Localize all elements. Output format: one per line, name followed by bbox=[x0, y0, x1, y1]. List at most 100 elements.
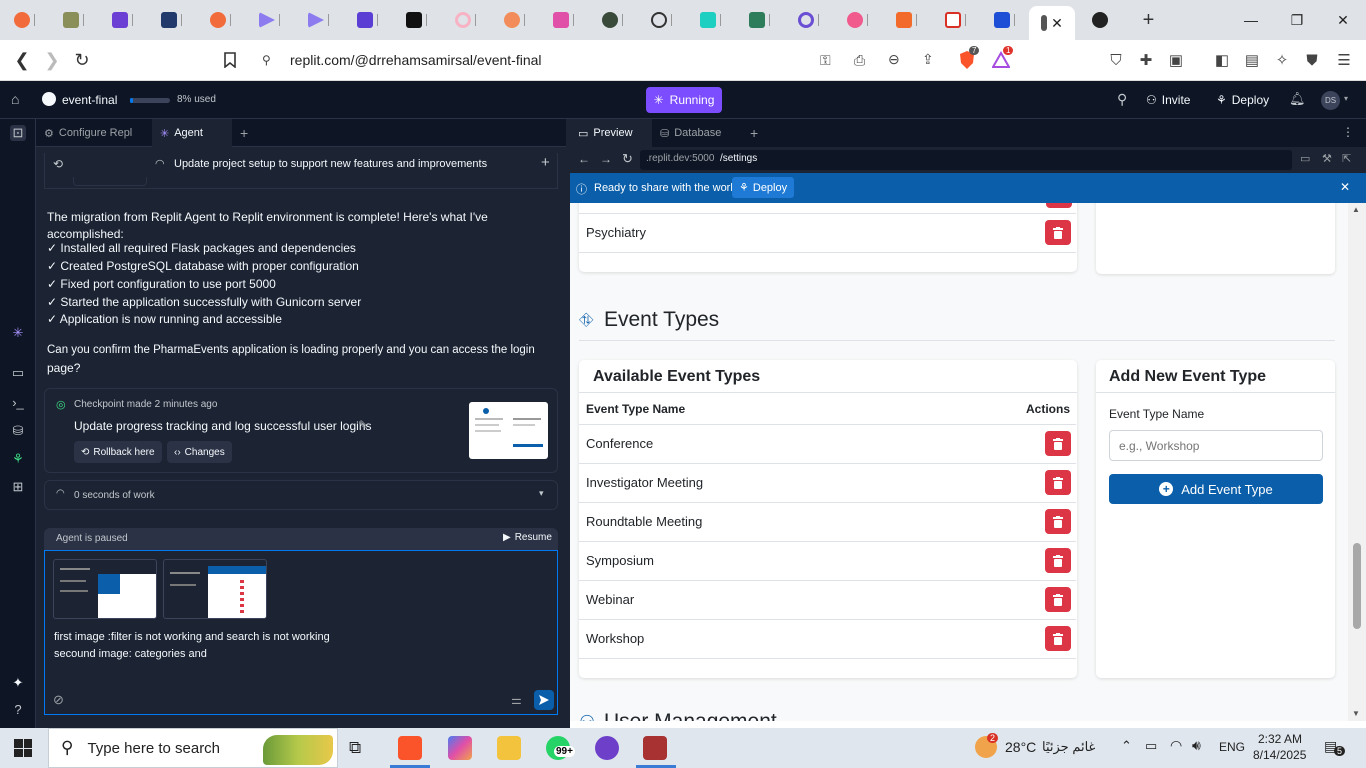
event-type-name-input[interactable] bbox=[1109, 430, 1323, 461]
resume-button[interactable]: ▶ Resume bbox=[503, 532, 552, 543]
add-event-type-button[interactable]: + Add Event Type bbox=[1109, 474, 1323, 504]
chevron-up-icon[interactable]: ⌃ bbox=[1121, 738, 1132, 754]
reload-icon[interactable]: ↻ bbox=[622, 151, 633, 167]
notifications-button[interactable]: ▤ 5 bbox=[1324, 738, 1346, 756]
close-icon[interactable]: ✕ bbox=[1340, 180, 1350, 194]
github-desktop-icon[interactable] bbox=[595, 736, 619, 760]
temperature[interactable]: 28°C bbox=[1005, 739, 1036, 755]
history-icon[interactable]: ⟲ bbox=[53, 157, 63, 171]
leo-ai-icon[interactable]: ✧ bbox=[1272, 50, 1292, 70]
maximize-button[interactable]: ❐ bbox=[1274, 0, 1320, 40]
run-button[interactable]: ✳ Running bbox=[646, 87, 722, 113]
home-icon[interactable]: ⌂ bbox=[11, 91, 19, 107]
browser-tab[interactable] bbox=[686, 0, 735, 40]
brave-rewards-icon[interactable]: 1 bbox=[991, 46, 1014, 70]
file-explorer-icon[interactable] bbox=[497, 736, 521, 760]
winrar-taskbar-icon[interactable] bbox=[643, 736, 667, 760]
tab-configure-repl[interactable]: ⚙ Configure Repl bbox=[36, 119, 140, 147]
devices-icon[interactable]: ▭ bbox=[1300, 152, 1310, 165]
checkpoint-preview-thumbnail[interactable] bbox=[469, 402, 548, 459]
send-button[interactable] bbox=[534, 690, 554, 710]
invite-button[interactable]: ⚇ Invite bbox=[1146, 87, 1190, 113]
agent-icon[interactable]: ✳ bbox=[10, 325, 26, 341]
rollback-button[interactable]: ⟲ Rollback here bbox=[74, 441, 162, 463]
browser-tab[interactable] bbox=[980, 0, 1029, 40]
browser-tab[interactable] bbox=[735, 0, 784, 40]
key-icon[interactable]: ⚿ bbox=[820, 52, 831, 69]
webview-icon[interactable]: ▭ bbox=[10, 365, 26, 381]
preview-url-bar[interactable]: .replit.dev:5000 /settings bbox=[640, 150, 1292, 170]
browser-tab[interactable] bbox=[147, 0, 196, 40]
browser-tab[interactable] bbox=[392, 0, 441, 40]
browser-tab[interactable] bbox=[931, 0, 980, 40]
wifi-icon[interactable]: ◠ bbox=[1170, 737, 1182, 754]
add-tab-button[interactable]: + bbox=[232, 119, 256, 147]
chevron-down-icon[interactable]: ▾ bbox=[1344, 94, 1348, 103]
delete-button[interactable] bbox=[1045, 626, 1071, 651]
forward-icon[interactable]: ❯ bbox=[40, 48, 64, 72]
language-indicator[interactable]: ENG bbox=[1219, 740, 1245, 754]
whatsapp-taskbar-icon[interactable]: 99+ bbox=[546, 736, 575, 760]
message-input[interactable]: first image :filter is not working and s… bbox=[44, 550, 558, 715]
brave-taskbar-icon[interactable] bbox=[398, 736, 422, 760]
volume-icon[interactable]: 🔊︎ bbox=[1192, 737, 1201, 754]
browser-tab[interactable] bbox=[196, 0, 245, 40]
work-summary[interactable]: ◠ 0 seconds of work ▾ bbox=[44, 480, 558, 510]
open-new-tab-icon[interactable]: ⇱ bbox=[1342, 152, 1351, 165]
bookmark-icon[interactable] bbox=[218, 48, 242, 72]
edit-pencil-icon[interactable]: ✎ bbox=[358, 418, 368, 432]
all-tools-icon[interactable]: ⊞ bbox=[10, 479, 26, 495]
attached-image[interactable] bbox=[163, 559, 267, 619]
delete-button[interactable] bbox=[1045, 587, 1071, 612]
browser-tab[interactable] bbox=[98, 0, 147, 40]
banner-deploy-button[interactable]: ⚘ Deploy bbox=[732, 177, 795, 198]
scroll-up-arrow[interactable]: ▲ bbox=[1352, 205, 1360, 214]
sparkle-icon[interactable]: ✦ bbox=[10, 675, 26, 691]
deploy-button[interactable]: ⚘ Deploy bbox=[1216, 87, 1269, 113]
browser-tab[interactable] bbox=[343, 0, 392, 40]
zoom-icon[interactable]: ⊖ bbox=[888, 51, 900, 68]
brave-shields-icon[interactable]: 7 bbox=[957, 46, 980, 70]
help-icon[interactable]: ? bbox=[10, 701, 26, 717]
browser-tab-active[interactable]: ✕ bbox=[1029, 6, 1075, 40]
browser-tab[interactable] bbox=[637, 0, 686, 40]
browser-tab[interactable] bbox=[784, 0, 833, 40]
address-bar[interactable]: ⚲ replit.com/@drrehamsamirsal/event-fina… bbox=[252, 45, 1022, 75]
back-icon[interactable]: ❮ bbox=[10, 48, 34, 72]
sidebar-icon[interactable]: ◧ bbox=[1212, 50, 1232, 70]
close-window-button[interactable]: ✕ bbox=[1320, 0, 1366, 40]
weather-text[interactable]: غائم جزئيًا bbox=[1042, 739, 1095, 755]
scroll-down-arrow[interactable]: ▼ bbox=[1352, 709, 1360, 718]
project-name[interactable]: event-final bbox=[62, 93, 117, 107]
clock-date[interactable]: 8/14/2025 bbox=[1253, 748, 1306, 762]
attached-image[interactable] bbox=[53, 559, 157, 619]
delete-button[interactable] bbox=[1045, 431, 1071, 456]
search-icon[interactable]: ⚲ bbox=[1117, 91, 1127, 108]
clock-time[interactable]: 2:32 AM bbox=[1258, 732, 1302, 746]
devtools-icon[interactable]: ⚒ bbox=[1322, 152, 1332, 165]
scrollbar-thumb[interactable] bbox=[1353, 543, 1361, 629]
tab-preview[interactable]: ▭ Preview bbox=[570, 119, 652, 147]
extensions-icon[interactable]: ✚ bbox=[1136, 50, 1156, 70]
taskbar-search[interactable]: ⚲ Type here to search bbox=[48, 728, 338, 768]
new-tab-button[interactable]: + bbox=[1124, 0, 1173, 40]
bell-icon[interactable]: 🔔︎ bbox=[1289, 91, 1306, 107]
browser-tab[interactable] bbox=[539, 0, 588, 40]
history-icon[interactable]: ▣ bbox=[1166, 50, 1186, 70]
changes-button[interactable]: ‹› Changes bbox=[167, 441, 232, 463]
wallet-icon[interactable]: ▤ bbox=[1242, 50, 1262, 70]
copilot-taskbar-icon[interactable] bbox=[448, 736, 472, 760]
avatar[interactable]: DS bbox=[1321, 91, 1340, 110]
forward-icon[interactable]: → bbox=[600, 152, 612, 166]
settings-sliders-icon[interactable]: ⚌ bbox=[511, 693, 522, 707]
browser-tab[interactable] bbox=[0, 0, 49, 40]
weather-icon[interactable]: 2 bbox=[975, 733, 999, 758]
delete-button[interactable] bbox=[1046, 203, 1072, 208]
project-avatar-icon[interactable] bbox=[42, 92, 56, 106]
add-tab-button[interactable]: + bbox=[742, 119, 766, 147]
delete-button[interactable] bbox=[1045, 470, 1071, 495]
files-toggle-icon[interactable]: ⊡ bbox=[10, 125, 26, 141]
tab-database[interactable]: ⛁ Database bbox=[652, 119, 729, 147]
minimize-button[interactable]: — bbox=[1228, 0, 1274, 40]
task-view-icon[interactable]: ⧉ bbox=[349, 738, 361, 758]
